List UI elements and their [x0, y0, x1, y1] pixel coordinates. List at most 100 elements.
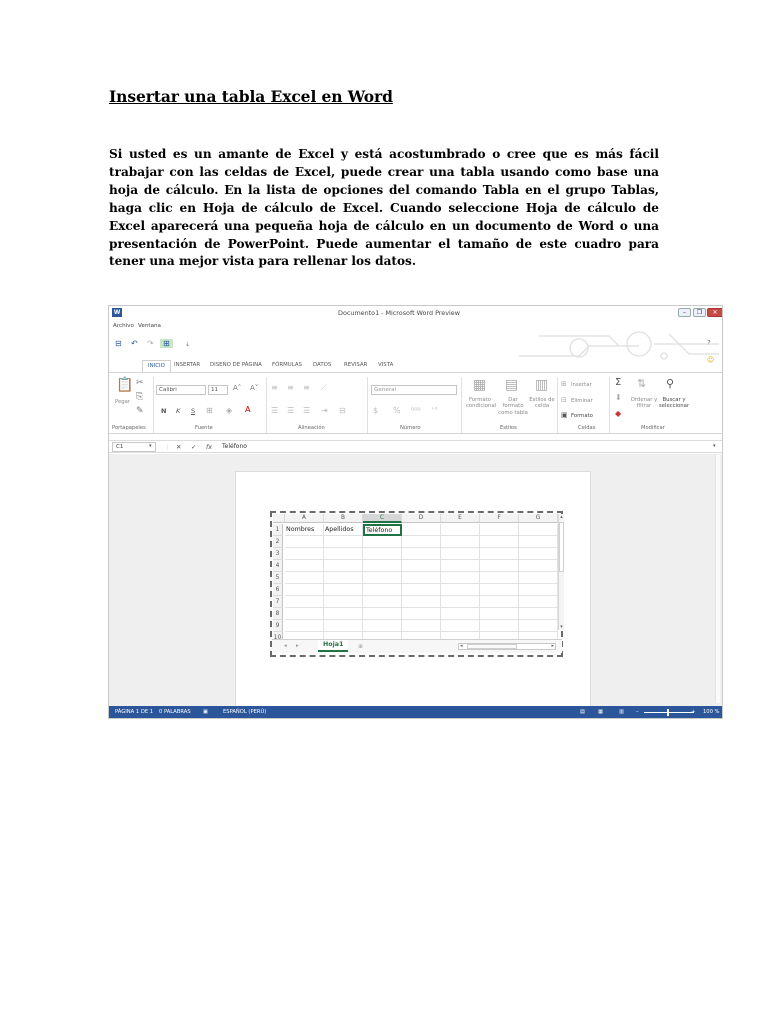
sheet-cell[interactable]	[402, 560, 441, 572]
autosum-icon[interactable]: Σ	[615, 377, 621, 388]
underline-button[interactable]: S	[191, 408, 195, 415]
delete-cells-label[interactable]: Eliminar	[571, 398, 593, 404]
format-painter-icon[interactable]: ✎	[136, 406, 144, 416]
column-header-d[interactable]: D	[402, 514, 441, 523]
formula-input[interactable]: Teléfono	[222, 443, 247, 450]
borders-icon[interactable]: ⊞	[206, 406, 213, 415]
column-header-g[interactable]: G	[519, 514, 558, 523]
row-header-3[interactable]: 3	[273, 548, 283, 560]
close-button[interactable]: ✕	[707, 308, 722, 317]
read-mode-icon[interactable]: ▤	[580, 709, 585, 715]
confirm-entry-icon[interactable]: ✓	[191, 443, 196, 451]
sheet-cell[interactable]	[363, 572, 402, 584]
sheet-cell[interactable]	[363, 548, 402, 560]
sheet-cell[interactable]	[324, 620, 363, 632]
sheet-cell[interactable]	[441, 536, 480, 548]
zoom-in-icon[interactable]: +	[691, 709, 695, 715]
paste-icon[interactable]: 📋	[116, 377, 133, 393]
sheet-cell[interactable]	[402, 524, 441, 536]
sheet-cell[interactable]	[285, 560, 324, 572]
sheet-cell[interactable]	[441, 584, 480, 596]
sheet-cell[interactable]	[285, 608, 324, 620]
sheet-cell[interactable]	[480, 560, 519, 572]
find-select-label[interactable]: Buscar y seleccionar	[657, 397, 691, 410]
minimize-button[interactable]: –	[678, 308, 691, 317]
sheet-cell[interactable]	[402, 572, 441, 584]
save-icon[interactable]: ⊟	[115, 339, 122, 348]
zoom-level[interactable]: 100 %	[703, 709, 719, 715]
insert-cells-label[interactable]: Insertar	[571, 382, 592, 388]
sheet-cell[interactable]	[441, 620, 480, 632]
fill-icon[interactable]: ⬇	[615, 393, 622, 402]
sheet-cell[interactable]	[480, 608, 519, 620]
restore-button[interactable]: ❐	[693, 308, 706, 317]
zoom-slider-track[interactable]	[644, 712, 694, 713]
sheet-cell[interactable]	[402, 548, 441, 560]
zoom-slider-thumb[interactable]	[667, 709, 669, 716]
sheet-cell[interactable]	[324, 536, 363, 548]
sheet-cell[interactable]	[519, 560, 558, 572]
scroll-right-icon[interactable]: ▸	[551, 644, 554, 649]
sheet-cell[interactable]	[480, 524, 519, 536]
add-sheet-icon[interactable]: ⊕	[358, 643, 363, 650]
align-middle-icon[interactable]: ≡	[287, 383, 294, 392]
tab-vista[interactable]: VISTA	[378, 362, 393, 368]
prev-sheet-icon[interactable]: ◂	[284, 643, 287, 649]
thousands-icon[interactable]: ⁰⁰⁰	[411, 406, 421, 415]
cut-icon[interactable]: ✂	[136, 378, 144, 388]
sheet-cell[interactable]	[519, 608, 558, 620]
sheet-cell[interactable]	[441, 560, 480, 572]
sheet-cell[interactable]	[363, 596, 402, 608]
sheet-cell[interactable]	[519, 536, 558, 548]
scroll-left-icon[interactable]: ◂	[460, 644, 463, 649]
sheet-cell[interactable]	[441, 524, 480, 536]
column-header-a[interactable]: A	[285, 514, 324, 523]
number-format-select[interactable]: General	[371, 385, 457, 395]
sheet-cell[interactable]	[324, 608, 363, 620]
column-header-e[interactable]: E	[441, 514, 480, 523]
active-cell[interactable]: Teléfono	[363, 524, 402, 536]
menu-ventana[interactable]: Ventana	[138, 323, 161, 329]
merge-icon[interactable]: ⊟	[339, 406, 346, 415]
sheet-cell[interactable]	[480, 620, 519, 632]
sheet-cell[interactable]	[324, 584, 363, 596]
conditional-format-icon[interactable]: ▦	[473, 377, 486, 393]
row-header-4[interactable]: 4	[273, 560, 283, 572]
expand-formula-icon[interactable]: ▾	[713, 443, 716, 449]
undo-icon[interactable]: ↶	[131, 339, 138, 348]
currency-icon[interactable]: $	[373, 406, 378, 415]
sheet-cell[interactable]	[519, 596, 558, 608]
document-vertical-scrollbar[interactable]	[715, 455, 720, 703]
excel-icon[interactable]: ⊞	[160, 339, 173, 348]
copy-icon[interactable]: ⎘	[136, 392, 143, 402]
sheet-cell[interactable]	[480, 584, 519, 596]
cell-styles-label[interactable]: Estilos de celda	[529, 397, 555, 410]
cell-styles-icon[interactable]: ▥	[535, 377, 548, 393]
word-count[interactable]: 0 PALABRAS	[159, 709, 191, 715]
language-indicator[interactable]: ESPAÑOL (PERÚ)	[223, 709, 266, 715]
sheet-cell[interactable]	[324, 560, 363, 572]
font-size-select[interactable]: 11	[208, 385, 228, 395]
shrink-font-icon[interactable]: A˅	[250, 384, 258, 392]
sheet-cell[interactable]	[441, 608, 480, 620]
align-center-icon[interactable]: ☰	[287, 406, 294, 415]
tab-datos[interactable]: DATOS	[313, 362, 331, 368]
italic-button[interactable]: K	[176, 408, 180, 415]
next-sheet-icon[interactable]: ▸	[296, 643, 299, 649]
sheet-cell[interactable]	[363, 584, 402, 596]
sheet-cell[interactable]	[480, 548, 519, 560]
scroll-up-icon[interactable]: ▴	[559, 514, 564, 520]
sheet-cell[interactable]	[363, 608, 402, 620]
column-header-b[interactable]: B	[324, 514, 363, 523]
sheet-cell[interactable]	[441, 548, 480, 560]
column-header-f[interactable]: F	[480, 514, 519, 523]
sort-filter-icon[interactable]: ⇅	[637, 377, 646, 390]
font-name-select[interactable]: Calibri	[156, 385, 206, 395]
name-box-dropdown-icon[interactable]: ▾	[149, 443, 152, 449]
zoom-out-icon[interactable]: –	[636, 709, 639, 715]
row-header-9[interactable]: 9	[273, 620, 283, 632]
sheet-cell[interactable]	[480, 596, 519, 608]
format-cells-icon[interactable]: ▣	[561, 411, 568, 419]
sheet-vertical-scrollbar[interactable]: ▴ ▾	[558, 514, 564, 630]
sheet-cell[interactable]	[324, 548, 363, 560]
